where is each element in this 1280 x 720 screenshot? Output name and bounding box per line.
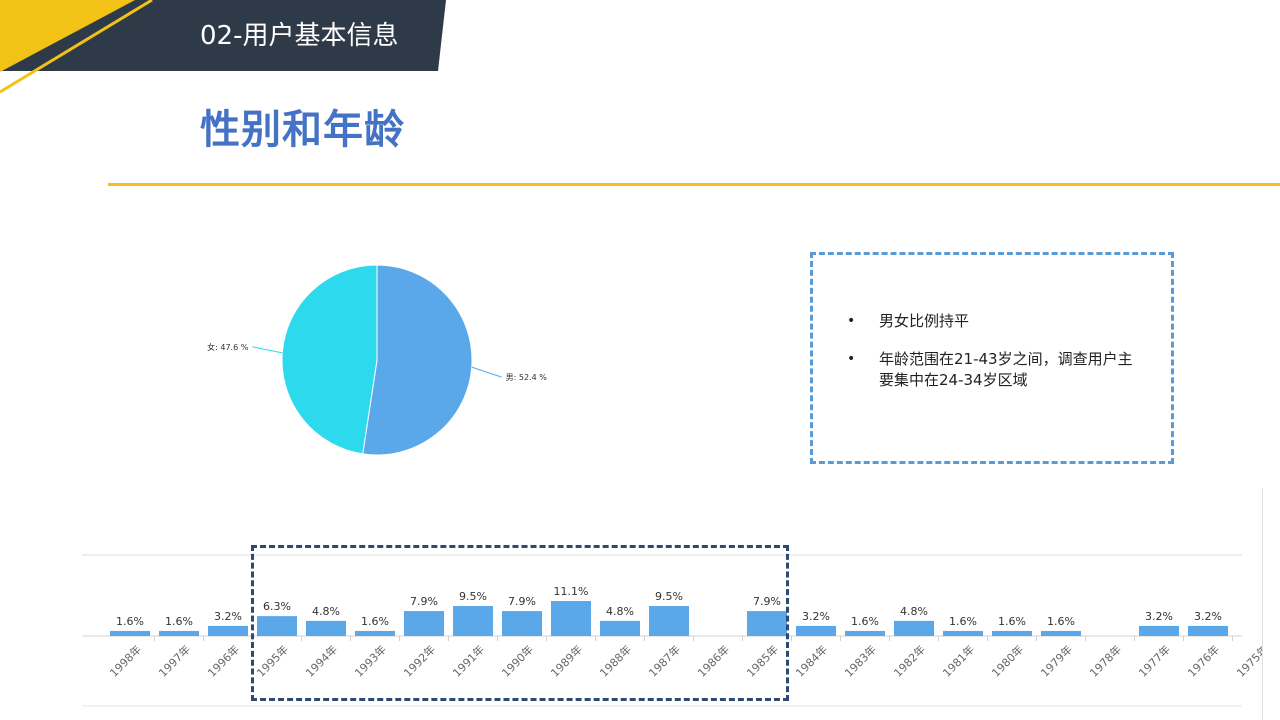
title-divider <box>108 183 1280 186</box>
x-tick-label: 1979年 <box>1038 642 1075 679</box>
x-tick-label: 1982年 <box>891 642 928 679</box>
bar <box>110 630 150 636</box>
summary-item: • 男女比例持平 <box>847 311 1147 332</box>
bullet-icon: • <box>847 351 856 367</box>
focus-range-box <box>251 545 789 701</box>
bar-data-label: 3.2% <box>802 610 830 623</box>
summary-item-text: 男女比例持平 <box>879 312 970 330</box>
bar-data-label: 3.2% <box>214 610 242 623</box>
pie-data-label: 男: 52.4 % <box>506 373 548 382</box>
bar-data-label: 1.6% <box>165 615 193 628</box>
bullet-icon: • <box>847 313 856 329</box>
bar-data-label: 4.8% <box>900 605 928 618</box>
bar-data-label: 1.6% <box>851 615 879 628</box>
pie-data-label: 女: 47.6 % <box>207 342 249 352</box>
x-tick-label: 1998年 <box>107 642 144 679</box>
bar-data-label: 3.2% <box>1145 610 1173 623</box>
summary-item-text: 年龄范围在21-43岁之间，调查用户主要集中在24-34岁区域 <box>879 350 1133 389</box>
x-tick-label: 1978年 <box>1087 642 1124 679</box>
bar <box>796 625 836 636</box>
bar <box>943 630 983 636</box>
bar <box>894 620 934 636</box>
bar <box>1041 630 1081 636</box>
x-tick-label: 1976年 <box>1185 642 1222 679</box>
bar <box>845 630 885 636</box>
summary-item: • 年龄范围在21-43岁之间，调查用户主要集中在24-34岁区域 <box>847 349 1147 391</box>
bar-data-label: 1.6% <box>998 615 1026 628</box>
summary-list: • 男女比例持平 • 年龄范围在21-43岁之间，调查用户主要集中在24-34岁… <box>847 311 1147 408</box>
bar <box>1139 625 1179 636</box>
section-title: 02-用户基本信息 <box>200 21 399 51</box>
bar <box>208 625 248 636</box>
x-tick-label: 1983年 <box>842 642 879 679</box>
x-tick-label: 1980年 <box>989 642 1026 679</box>
x-tick-label: 1981年 <box>940 642 977 679</box>
x-tick-label: 1997年 <box>156 642 193 679</box>
bar <box>159 630 199 636</box>
x-tick-label: 1984年 <box>793 642 830 679</box>
bar <box>1188 625 1228 636</box>
pie-slice <box>362 264 473 456</box>
page-title: 性别和年龄 <box>200 107 405 153</box>
x-tick-label: 1996年 <box>205 642 242 679</box>
x-tick-label: 1977年 <box>1136 642 1173 679</box>
bar-data-label: 1.6% <box>116 615 144 628</box>
pie-leader-line <box>471 366 502 378</box>
summary-box: • 男女比例持平 • 年龄范围在21-43岁之间，调查用户主要集中在24-34岁… <box>810 252 1174 464</box>
gender-pie-chart: 男: 52.4 % 女: 47.6 % <box>207 264 548 456</box>
x-tick-label: 1975年 <box>1234 642 1262 679</box>
pie-slice <box>281 264 378 455</box>
pie-leader-line <box>252 346 283 354</box>
bar-data-label: 1.6% <box>1047 615 1075 628</box>
bar-data-label: 3.2% <box>1194 610 1222 623</box>
panel-edge <box>1262 488 1263 720</box>
bar-data-label: 1.6% <box>949 615 977 628</box>
bar <box>992 630 1032 636</box>
